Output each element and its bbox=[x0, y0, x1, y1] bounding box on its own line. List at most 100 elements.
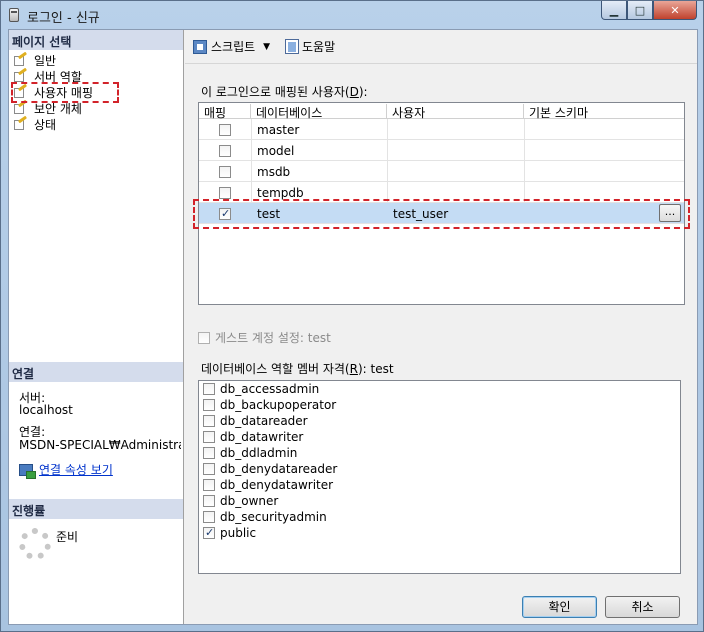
connection-properties-icon bbox=[19, 463, 36, 479]
role-name: db_denydatareader bbox=[220, 462, 338, 476]
table-row[interactable]: model bbox=[199, 140, 684, 161]
help-label: 도움말 bbox=[302, 40, 336, 54]
role-membership-label-end: ): test bbox=[357, 362, 394, 376]
page-select-header: 페이지 선택 bbox=[9, 30, 183, 50]
nav-item-user-mapping[interactable]: 사용자 매핑 bbox=[13, 83, 94, 100]
nav-item-label: 상태 bbox=[34, 117, 57, 132]
schema-browse-button[interactable]: ... bbox=[659, 204, 681, 222]
guest-label: 게스트 계정 설정: test bbox=[215, 331, 331, 345]
user-cell[interactable]: test_user bbox=[388, 207, 448, 221]
list-item[interactable]: db_accessadmin bbox=[203, 381, 319, 397]
nav-item-general[interactable]: 일반 bbox=[13, 51, 93, 68]
database-cell: test bbox=[257, 207, 281, 221]
role-checkbox[interactable] bbox=[203, 447, 215, 459]
map-checkbox[interactable] bbox=[219, 187, 231, 199]
list-item[interactable]: db_datawriter bbox=[203, 429, 303, 445]
role-checkbox[interactable] bbox=[203, 511, 215, 523]
page-wand-icon bbox=[13, 51, 29, 67]
database-cell: master bbox=[257, 123, 300, 137]
role-checkbox[interactable] bbox=[203, 431, 215, 443]
database-cell: tempdb bbox=[257, 186, 304, 200]
table-row[interactable]: master bbox=[199, 119, 684, 140]
nav-item-label: 일반 bbox=[34, 53, 57, 68]
close-button[interactable]: ✕ bbox=[653, 1, 697, 20]
connection-header: 연결 bbox=[9, 362, 183, 382]
nav-item-server-roles[interactable]: 서버 역할 bbox=[13, 67, 93, 84]
page-wand-icon bbox=[13, 99, 29, 115]
view-connection-properties-link[interactable]: 연결 속성 보기 bbox=[39, 461, 113, 478]
role-checkbox[interactable] bbox=[203, 383, 215, 395]
map-checkbox[interactable] bbox=[219, 124, 231, 136]
list-item[interactable]: db_backupoperator bbox=[203, 397, 336, 413]
role-checkbox[interactable] bbox=[203, 495, 215, 507]
database-cell: msdb bbox=[257, 165, 291, 179]
map-checkbox[interactable] bbox=[219, 207, 231, 220]
column-header-user[interactable]: 사용자 bbox=[387, 104, 524, 120]
user-mapping-grid[interactable]: 매핑 데이터베이스 사용자 기본 스키마 master model msdb t… bbox=[198, 102, 685, 305]
dialog-window: 로그인 - 신규 ▁ □ ✕ 페이지 선택 일반 서버 역할 사용자 매핑 보안… bbox=[0, 0, 704, 632]
role-checkbox[interactable] bbox=[203, 479, 215, 491]
column-header-database[interactable]: 데이터베이스 bbox=[251, 104, 387, 120]
role-name: db_datareader bbox=[220, 414, 308, 428]
mapped-users-accel: D bbox=[349, 85, 359, 99]
table-row[interactable]: msdb bbox=[199, 161, 684, 182]
list-item[interactable]: db_owner bbox=[203, 493, 278, 509]
progress-status: 준비 bbox=[56, 530, 79, 544]
maximize-button[interactable]: □ bbox=[627, 1, 653, 20]
chevron-down-icon[interactable]: ▼ bbox=[263, 42, 270, 52]
help-icon bbox=[285, 39, 299, 54]
dialog-client: 페이지 선택 일반 서버 역할 사용자 매핑 보안 개체 상태 연결 서버: l… bbox=[8, 29, 698, 625]
column-header-map[interactable]: 매핑 bbox=[199, 104, 251, 120]
minimize-button[interactable]: ▁ bbox=[601, 1, 627, 20]
table-row-selected[interactable]: test test_user ... bbox=[199, 203, 684, 224]
page-wand-icon bbox=[13, 83, 29, 99]
role-membership-list[interactable]: db_accessadmin db_backupoperator db_data… bbox=[198, 380, 681, 574]
window-title: 로그인 - 신규 bbox=[27, 11, 100, 26]
role-name: db_datawriter bbox=[220, 430, 304, 444]
title-bar[interactable]: 로그인 - 신규 ▁ □ ✕ bbox=[1, 1, 703, 29]
list-item[interactable]: public bbox=[203, 525, 256, 541]
page-wand-icon bbox=[13, 115, 29, 131]
list-item[interactable]: db_datareader bbox=[203, 413, 308, 429]
role-checkbox[interactable] bbox=[203, 526, 215, 539]
page-wand-icon bbox=[13, 67, 29, 83]
table-row[interactable]: tempdb bbox=[199, 182, 684, 203]
nav-item-label: 보안 개체 bbox=[34, 101, 82, 116]
close-icon: ✕ bbox=[670, 3, 680, 17]
list-item[interactable]: db_securityadmin bbox=[203, 509, 327, 525]
role-checkbox[interactable] bbox=[203, 463, 215, 475]
nav-item-status[interactable]: 상태 bbox=[13, 115, 93, 132]
map-checkbox[interactable] bbox=[219, 145, 231, 157]
cancel-button[interactable]: 취소 bbox=[605, 596, 680, 618]
role-name: db_owner bbox=[220, 494, 279, 508]
list-item[interactable]: db_ddladmin bbox=[203, 445, 297, 461]
server-value: localhost bbox=[19, 403, 73, 417]
mapped-users-label-end: ): bbox=[358, 85, 368, 99]
role-membership-accel: R bbox=[349, 362, 358, 376]
nav-item-label: 서버 역할 bbox=[34, 69, 82, 84]
script-button[interactable]: 스크립트 ▼ bbox=[193, 38, 270, 55]
help-button[interactable]: 도움말 bbox=[285, 38, 335, 55]
progress-spinner-icon bbox=[19, 528, 51, 560]
script-label: 스크립트 bbox=[211, 40, 256, 54]
connection-label: 연결: bbox=[19, 425, 46, 439]
database-cell: model bbox=[257, 144, 295, 158]
guest-checkbox[interactable] bbox=[198, 331, 210, 344]
role-name: db_backupoperator bbox=[220, 398, 337, 412]
nav-item-label: 사용자 매핑 bbox=[34, 85, 94, 100]
nav-item-securables[interactable]: 보안 개체 bbox=[13, 99, 93, 116]
maximize-icon: □ bbox=[634, 3, 646, 17]
grid-header: 매핑 데이터베이스 사용자 기본 스키마 bbox=[199, 103, 684, 120]
list-item[interactable]: db_denydatawriter bbox=[203, 477, 333, 493]
view-connection-properties[interactable]: 연결 속성 보기 bbox=[19, 461, 113, 479]
mapped-users-label-text: 이 로그인으로 매핑된 사용자( bbox=[201, 85, 350, 99]
map-checkbox[interactable] bbox=[219, 166, 231, 178]
list-item[interactable]: db_denydatareader bbox=[203, 461, 337, 477]
role-checkbox[interactable] bbox=[203, 399, 215, 411]
column-header-schema[interactable]: 기본 스키마 bbox=[524, 104, 684, 120]
minimize-icon: ▁ bbox=[609, 3, 619, 17]
guest-account-option[interactable]: 게스트 계정 설정: test bbox=[198, 329, 331, 346]
connection-value: MSDN-SPECIAL₩Administra bbox=[19, 439, 181, 452]
role-checkbox[interactable] bbox=[203, 415, 215, 427]
ok-button[interactable]: 확인 bbox=[522, 596, 597, 618]
